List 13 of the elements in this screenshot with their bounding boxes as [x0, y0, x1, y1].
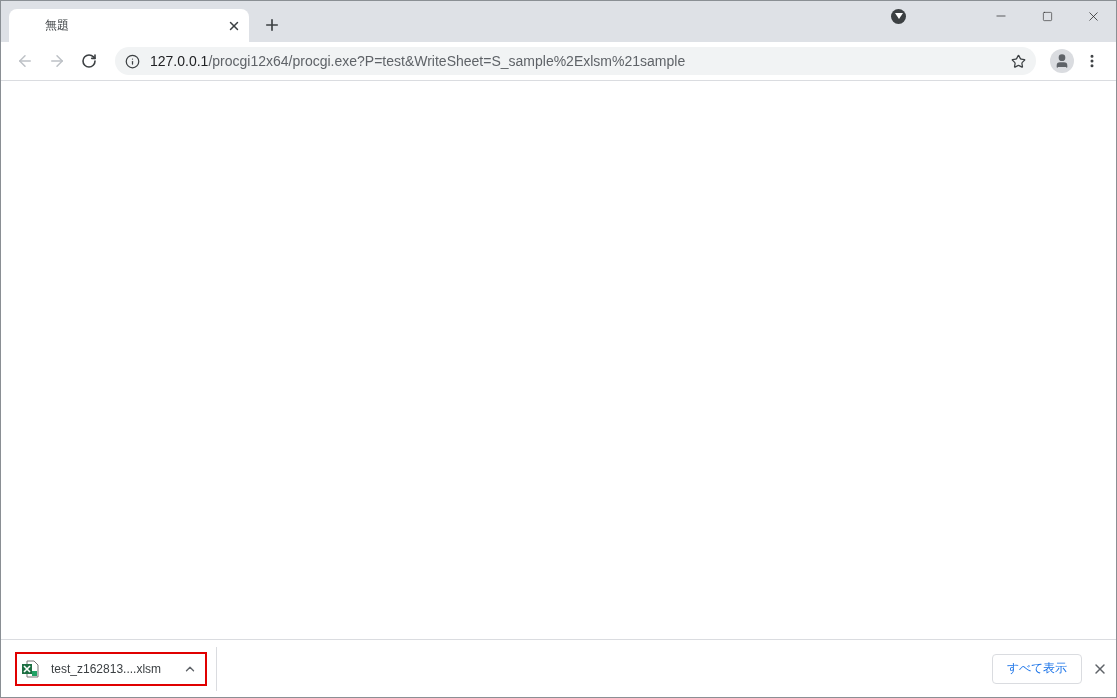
- show-all-button[interactable]: すべて表示: [992, 653, 1082, 684]
- info-icon[interactable]: [125, 53, 140, 69]
- tab-title: 無題: [45, 17, 69, 34]
- address-bar[interactable]: 127.0.0.1/procgi12x64/procgi.exe?P=test&WriteSheet=S_sample%2Exlsm%21sample: [115, 47, 1036, 75]
- new-tab-icon[interactable]: [263, 16, 281, 34]
- bookmark-star-icon[interactable]: [1011, 53, 1026, 69]
- profile-icon[interactable]: [1050, 49, 1074, 73]
- browser-tab[interactable]: 無題: [9, 9, 249, 42]
- download-item[interactable]: test_z162813....xlsm: [15, 651, 207, 686]
- url-text: 127.0.0.1/procgi12x64/procgi.exe?P=test&WriteSheet=S_sample%2Exlsm%21sample: [150, 53, 687, 69]
- download-filename: test_z162813....xlsm: [51, 661, 163, 676]
- spreadsheet-file-icon: [21, 659, 39, 678]
- tab-search-icon[interactable]: [891, 8, 906, 24]
